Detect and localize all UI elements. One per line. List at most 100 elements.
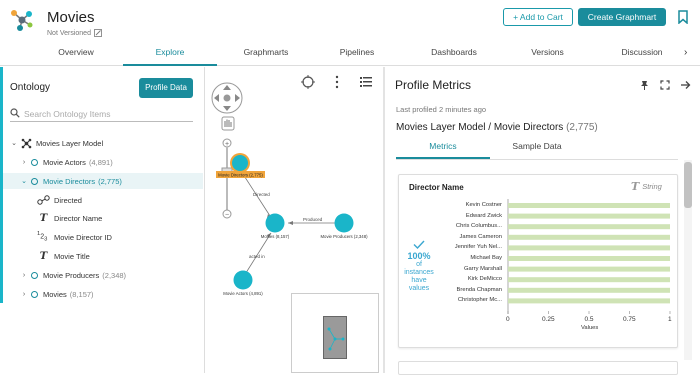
chevron-down-icon[interactable]: ⌄ xyxy=(10,139,18,147)
chart-bar[interactable] xyxy=(508,287,670,293)
chevron-right-icon[interactable]: › xyxy=(20,159,28,166)
tree-item-label: Movie Directors xyxy=(43,176,96,186)
edge-label: Produced xyxy=(303,217,323,222)
tree-item-model[interactable]: ⌄ Movies Layer Model xyxy=(10,135,203,151)
tab-dashboards[interactable]: Dashboards xyxy=(415,44,493,66)
graph-minimap[interactable] xyxy=(291,293,379,373)
tree-item-movie-producers[interactable]: › Movie Producers (2,348) xyxy=(20,267,203,283)
graph-node[interactable] xyxy=(232,155,248,171)
node-label: Movie Actors (4,891) xyxy=(223,291,263,296)
object-property-icon xyxy=(37,195,50,205)
tab-metrics[interactable]: Metrics xyxy=(396,137,490,159)
text-type-icon: T xyxy=(631,180,640,193)
tree-item-label: Directed xyxy=(54,195,82,205)
chart-bar[interactable] xyxy=(508,298,670,304)
version-status: Not Versioned xyxy=(47,29,102,37)
tree-item-movie-title[interactable]: T Movie Title xyxy=(37,248,197,264)
ontology-title: Ontology xyxy=(10,82,51,93)
chevron-down-icon[interactable]: ⌄ xyxy=(20,177,28,185)
pan-control[interactable] xyxy=(211,82,243,114)
last-profiled-text: Last profiled 2 minutes ago xyxy=(396,105,487,114)
tab-explore[interactable]: Explore xyxy=(123,44,217,66)
class-icon xyxy=(31,158,38,166)
chart-bar[interactable] xyxy=(508,256,670,261)
tab-discussion[interactable]: Discussion xyxy=(603,44,681,66)
tree-item-movies[interactable]: › Movies (8,157) xyxy=(20,286,203,302)
fullscreen-icon[interactable] xyxy=(660,80,670,90)
tree-item-movie-director-id[interactable]: 123 Movie Director ID xyxy=(37,229,197,245)
app-title: Movies xyxy=(47,9,95,26)
minimap-viewport[interactable] xyxy=(323,316,347,359)
edge-label: Directed xyxy=(253,192,270,197)
graph-node[interactable] xyxy=(233,270,253,290)
chart-bar[interactable] xyxy=(508,234,670,240)
chevron-right-icon[interactable]: › xyxy=(684,47,687,58)
pin-icon[interactable] xyxy=(640,80,649,91)
version-status-label: Not Versioned xyxy=(47,29,91,37)
tree-item-movie-directors[interactable]: ⌄ Movie Directors (2,775) xyxy=(3,173,203,189)
bar-category-label: Christopher Mc... xyxy=(457,297,502,304)
bar-category-label: James Cameron xyxy=(459,233,502,240)
graph-node[interactable] xyxy=(265,213,285,233)
x-tick-label: 0.25 xyxy=(542,316,555,323)
chart-bar[interactable] xyxy=(508,277,670,283)
tab-sample-data[interactable]: Sample Data xyxy=(490,137,584,159)
profile-metrics-title: Profile Metrics xyxy=(395,78,472,92)
chevron-right-icon[interactable]: › xyxy=(20,272,28,279)
x-tick-label: 0.5 xyxy=(584,316,594,323)
edge-label: acted in xyxy=(249,254,265,259)
list-icon[interactable] xyxy=(360,77,372,87)
metric-card-type: T String xyxy=(631,180,662,193)
text-type-icon: T xyxy=(39,212,48,224)
bar-category-label: Chris Columbus... xyxy=(455,223,502,230)
zoom-slider[interactable]: + − xyxy=(221,138,233,219)
bar-category-label: Edward Zwick xyxy=(465,212,502,219)
tree-item-label: Movie Producers xyxy=(43,270,100,280)
chevron-right-icon[interactable]: › xyxy=(20,291,28,298)
chart-bar[interactable] xyxy=(508,213,670,219)
chart-bar[interactable] xyxy=(508,245,670,251)
pan-center-icon[interactable] xyxy=(223,94,231,102)
bar-category-label: Michael Bay xyxy=(470,255,502,261)
bookmark-icon[interactable] xyxy=(677,10,689,24)
profile-data-button[interactable]: Profile Data xyxy=(139,78,193,98)
tree-item-label: Director Name xyxy=(54,213,103,223)
x-ticks-group xyxy=(507,311,671,314)
crosshair-icon[interactable] xyxy=(301,75,315,89)
tree-item-directed[interactable]: Directed xyxy=(37,192,197,208)
tree-item-director-name[interactable]: T Director Name xyxy=(37,210,197,226)
tab-pipelines[interactable]: Pipelines xyxy=(318,44,396,66)
node-label: Movie Producers (2,348) xyxy=(320,234,368,239)
tab-graphmarts[interactable]: Graphmarts xyxy=(227,44,305,66)
tree-item-label: Movie Director ID xyxy=(54,232,112,242)
ontology-search-input[interactable] xyxy=(24,106,189,121)
tree-item-movie-actors[interactable]: › Movie Actors (4,891) xyxy=(20,154,203,170)
add-to-cart-button[interactable]: + Add to Cart xyxy=(503,8,573,26)
tree-item-count: (8,157) xyxy=(69,289,94,299)
create-graphmart-button[interactable]: Create Graphmart xyxy=(578,8,666,26)
svg-text:−: − xyxy=(225,212,229,219)
svg-text:+: + xyxy=(225,141,229,148)
edit-icon[interactable] xyxy=(94,29,102,37)
chart-bar[interactable] xyxy=(508,224,670,230)
more-vertical-icon[interactable] xyxy=(335,75,339,89)
bar-category-label: Kirk DeMicco xyxy=(467,276,502,283)
hand-tool-icon[interactable] xyxy=(221,116,235,131)
panel-scrollbar-thumb[interactable] xyxy=(684,162,692,208)
tab-overview[interactable]: Overview xyxy=(40,44,112,66)
x-tick-label: 0.75 xyxy=(623,316,636,323)
tab-versions[interactable]: Versions xyxy=(510,44,585,66)
x-tick-label: 0 xyxy=(506,316,510,323)
bar-category-label: Brenda Chapman xyxy=(456,286,502,293)
tree-item-label: Movies xyxy=(43,289,67,299)
class-icon xyxy=(31,177,38,185)
profile-path-count: (2,775) xyxy=(566,122,598,133)
top-values-chart xyxy=(507,199,671,314)
search-icon xyxy=(10,108,20,118)
arrow-right-icon[interactable] xyxy=(680,80,691,90)
graph-node[interactable] xyxy=(334,213,354,233)
chart-bar[interactable] xyxy=(508,203,670,208)
metric-card-title: Director Name xyxy=(409,183,464,192)
chart-bar[interactable] xyxy=(508,266,670,272)
tree-item-label: Movies Layer Model xyxy=(36,138,104,148)
